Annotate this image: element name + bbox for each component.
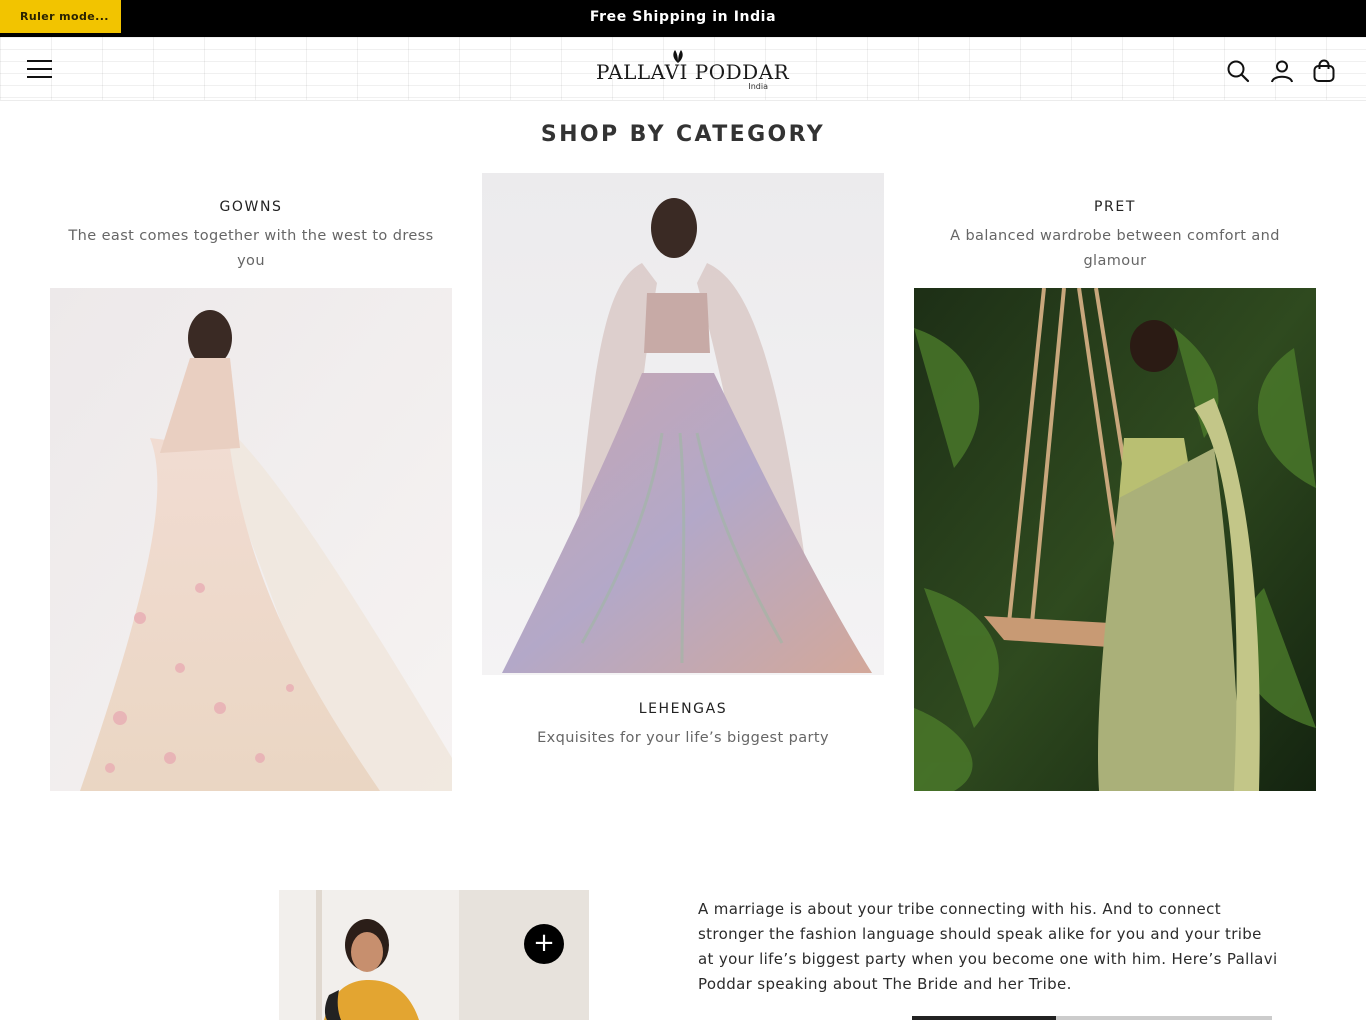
account-icon[interactable] bbox=[1270, 59, 1294, 83]
lehenga-photo bbox=[482, 173, 884, 675]
category-image-gowns[interactable] bbox=[50, 288, 452, 791]
category-name-gowns[interactable]: GOWNS bbox=[50, 199, 452, 215]
ruler-mode-badge[interactable]: Ruler mode... bbox=[0, 0, 121, 33]
brand-country: India bbox=[748, 82, 768, 91]
announcement-text: Free Shipping in India bbox=[589, 9, 777, 25]
category-name-pret[interactable]: PRET bbox=[914, 199, 1316, 215]
video-preview-strip[interactable] bbox=[912, 1016, 1272, 1020]
brand-logo[interactable]: PALLAVI PODDAR India bbox=[594, 48, 789, 92]
gown-photo bbox=[50, 288, 452, 791]
section-title: SHOP BY CATEGORY bbox=[540, 122, 826, 147]
category-image-lehengas[interactable] bbox=[482, 173, 884, 675]
announcement-bar: Free Shipping in India bbox=[0, 0, 1366, 37]
category-name-lehengas[interactable]: LEHENGAS bbox=[482, 701, 884, 717]
category-desc-gowns: The east comes together with the west to… bbox=[68, 228, 434, 269]
menu-icon[interactable] bbox=[27, 60, 52, 79]
bride-tribe-story: A marriage is about your tribe connectin… bbox=[698, 900, 1278, 993]
expand-plus-button[interactable]: + bbox=[524, 924, 564, 964]
bag-icon[interactable] bbox=[1312, 59, 1336, 83]
brand-name: PALLAVI PODDAR bbox=[596, 60, 790, 84]
search-icon[interactable] bbox=[1226, 59, 1250, 83]
category-desc-lehengas: Exquisites for your life’s biggest party bbox=[537, 730, 829, 746]
category-desc-pret: A balanced wardrobe between comfort and … bbox=[950, 228, 1280, 269]
site-header: PALLAVI PODDAR India bbox=[0, 37, 1366, 101]
category-image-pret[interactable] bbox=[914, 288, 1316, 791]
pret-photo bbox=[914, 288, 1316, 791]
